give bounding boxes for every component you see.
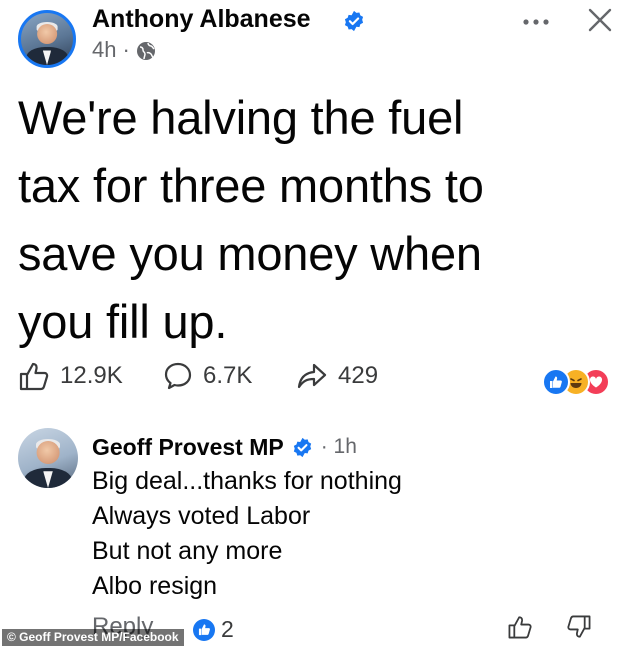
post-text-line: tax for three months to [18,159,484,212]
post-timestamp[interactable]: 4h [92,36,116,64]
post-text-line: save you money when [18,227,482,280]
more-options-icon[interactable] [522,14,550,25]
timestamp-separator: · [122,37,130,62]
post-text: We're halving the fuel tax for three mon… [18,84,618,356]
comment-stat[interactable]: 6.7K [163,361,252,391]
share-stat[interactable]: 429 [296,361,378,391]
share-count: 429 [338,362,379,389]
comment-text: Big deal...thanks for nothing Always vot… [92,464,402,604]
comment-line: Big deal...thanks for nothing [92,467,402,495]
globe-icon [136,40,156,60]
like-icon [18,361,50,391]
comment-like-icon[interactable] [507,614,533,640]
photo-credit: © Geoff Provest MP/Facebook [2,629,184,646]
comment-line: Albo resign [92,572,218,600]
comment-like-number: 2 [221,616,234,642]
post-text-line: you fill up. [18,295,228,348]
post-author-name[interactable]: Anthony Albanese [92,4,311,34]
verified-badge-icon [292,437,313,458]
comment-count: 6.7K [203,362,253,389]
reaction-summary[interactable] [540,368,620,398]
comment-line: But not any more [92,537,283,565]
comment-line: Always voted Labor [92,502,311,530]
comment-icon [163,361,193,391]
like-reaction-icon [193,618,215,641]
post-text-line: We're halving the fuel [18,91,464,144]
comment-timestamp[interactable]: · 1h [321,435,357,459]
verified-badge-icon [343,10,365,32]
commenter-avatar[interactable] [18,428,78,488]
like-stat[interactable]: 12.9K [18,361,123,391]
comment-dislike-icon[interactable] [566,614,592,640]
commenter-name[interactable]: Geoff Provest MP [92,432,284,462]
like-reaction-icon [542,368,570,396]
like-count: 12.9K [60,362,123,389]
post-author-avatar[interactable] [18,10,76,68]
comment-like-count: 2 [193,616,234,643]
close-icon[interactable] [588,8,612,32]
share-icon [296,361,328,391]
